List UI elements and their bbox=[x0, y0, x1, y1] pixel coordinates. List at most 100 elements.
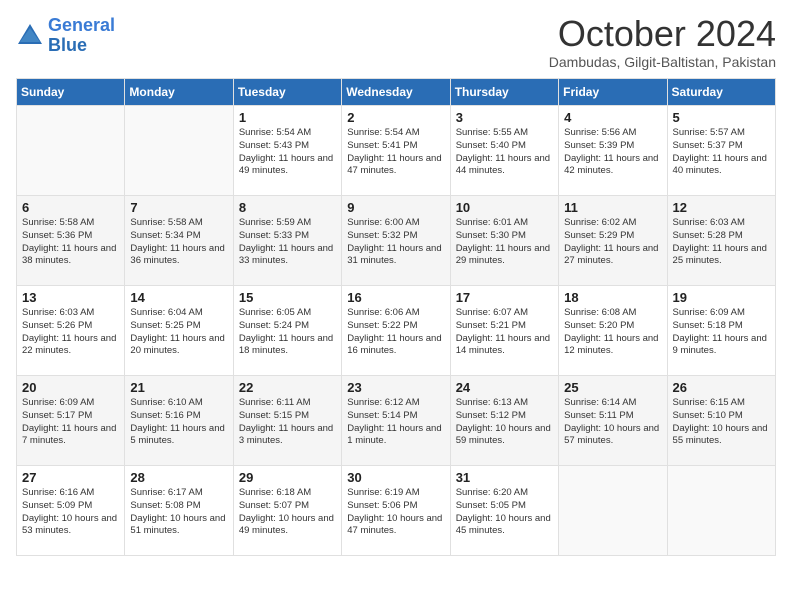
day-number: 21 bbox=[130, 380, 227, 395]
calendar-cell: 11Sunrise: 6:02 AM Sunset: 5:29 PM Dayli… bbox=[559, 196, 667, 286]
cell-info: Sunrise: 6:09 AM Sunset: 5:17 PM Dayligh… bbox=[22, 397, 119, 448]
cell-info: Sunrise: 6:18 AM Sunset: 5:07 PM Dayligh… bbox=[239, 487, 336, 538]
day-number: 18 bbox=[564, 290, 661, 305]
logo-icon bbox=[16, 22, 44, 50]
calendar-cell bbox=[125, 106, 233, 196]
day-number: 25 bbox=[564, 380, 661, 395]
location-title: Dambudas, Gilgit-Baltistan, Pakistan bbox=[549, 54, 776, 70]
day-number: 3 bbox=[456, 110, 553, 125]
calendar-cell: 28 Sunrise: 6:17 AM Sunset: 5:08 PM Dayli… bbox=[125, 466, 233, 556]
day-number: 5 bbox=[673, 110, 770, 125]
cell-info: Sunrise: 6:00 AM Sunset: 5:32 PM Dayligh… bbox=[347, 217, 444, 268]
calendar-cell: 31Sunrise: 6:20 AM Sunset: 5:05 PM Dayli… bbox=[450, 466, 558, 556]
cell-info: Sunrise: 6:06 AM Sunset: 5:22 PM Dayligh… bbox=[347, 307, 444, 358]
calendar-cell: 4Sunrise: 5:56 AM Sunset: 5:39 PM Daylig… bbox=[559, 106, 667, 196]
cell-info: Sunrise: 6:10 AM Sunset: 5:16 PM Dayligh… bbox=[130, 397, 227, 448]
column-header-sunday: Sunday bbox=[17, 79, 125, 106]
calendar-cell: 10 Sunrise: 6:01 AM Sunset: 5:30 PM Dayli… bbox=[450, 196, 558, 286]
logo-text: General Blue bbox=[48, 16, 115, 56]
calendar-cell: 29 Sunrise: 6:18 AM Sunset: 5:07 PM Dayli… bbox=[233, 466, 341, 556]
calendar-cell: 12 Sunrise: 6:03 AM Sunset: 5:28 PM Dayli… bbox=[667, 196, 775, 286]
cell-info: Sunrise: 6:02 AM Sunset: 5:29 PM Dayligh… bbox=[564, 217, 661, 268]
cell-info: Sunrise: 5:58 AM Sunset: 5:34 PM Dayligh… bbox=[130, 217, 227, 268]
calendar-week-row: 13Sunrise: 6:03 AM Sunset: 5:26 PM Dayli… bbox=[17, 286, 776, 376]
day-number: 17 bbox=[456, 290, 553, 305]
calendar-cell: 15 Sunrise: 6:05 AM Sunset: 5:24 PM Dayli… bbox=[233, 286, 341, 376]
calendar-cell: 6 Sunrise: 5:58 AM Sunset: 5:36 PM Daylig… bbox=[17, 196, 125, 286]
day-number: 8 bbox=[239, 200, 336, 215]
logo-blue: Blue bbox=[48, 35, 87, 55]
title-block: October 2024 Dambudas, Gilgit-Baltistan,… bbox=[549, 16, 776, 70]
calendar-cell: 17 Sunrise: 6:07 AM Sunset: 5:21 PM Dayli… bbox=[450, 286, 558, 376]
cell-info: Sunrise: 6:08 AM Sunset: 5:20 PM Dayligh… bbox=[564, 307, 661, 358]
cell-info: Sunrise: 5:56 AM Sunset: 5:39 PM Dayligh… bbox=[564, 127, 661, 178]
day-number: 7 bbox=[130, 200, 227, 215]
calendar-table: SundayMondayTuesdayWednesdayThursdayFrid… bbox=[16, 78, 776, 556]
calendar-cell: 18 Sunrise: 6:08 AM Sunset: 5:20 PM Dayli… bbox=[559, 286, 667, 376]
day-number: 27 bbox=[22, 470, 119, 485]
cell-info: Sunrise: 6:19 AM Sunset: 5:06 PM Dayligh… bbox=[347, 487, 444, 538]
day-number: 20 bbox=[22, 380, 119, 395]
header: General Blue October 2024 Dambudas, Gilg… bbox=[16, 16, 776, 70]
day-number: 30 bbox=[347, 470, 444, 485]
calendar-week-row: 27Sunrise: 6:16 AM Sunset: 5:09 PM Dayli… bbox=[17, 466, 776, 556]
calendar-week-row: 1 Sunrise: 5:54 AM Sunset: 5:43 PM Daylig… bbox=[17, 106, 776, 196]
cell-info: Sunrise: 6:04 AM Sunset: 5:25 PM Dayligh… bbox=[130, 307, 227, 358]
calendar-cell: 30 Sunrise: 6:19 AM Sunset: 5:06 PM Dayli… bbox=[342, 466, 450, 556]
day-number: 23 bbox=[347, 380, 444, 395]
day-number: 19 bbox=[673, 290, 770, 305]
calendar-cell: 22 Sunrise: 6:11 AM Sunset: 5:15 PM Dayli… bbox=[233, 376, 341, 466]
cell-info: Sunrise: 6:05 AM Sunset: 5:24 PM Dayligh… bbox=[239, 307, 336, 358]
cell-info: Sunrise: 6:03 AM Sunset: 5:28 PM Dayligh… bbox=[673, 217, 770, 268]
calendar-cell: 1 Sunrise: 5:54 AM Sunset: 5:43 PM Daylig… bbox=[233, 106, 341, 196]
cell-info: Sunrise: 5:57 AM Sunset: 5:37 PM Dayligh… bbox=[673, 127, 770, 178]
logo: General Blue bbox=[16, 16, 115, 56]
cell-info: Sunrise: 6:12 AM Sunset: 5:14 PM Dayligh… bbox=[347, 397, 444, 448]
day-number: 16 bbox=[347, 290, 444, 305]
day-number: 24 bbox=[456, 380, 553, 395]
column-header-friday: Friday bbox=[559, 79, 667, 106]
logo-general: General bbox=[48, 15, 115, 35]
day-number: 12 bbox=[673, 200, 770, 215]
day-number: 6 bbox=[22, 200, 119, 215]
calendar-cell: 7 Sunrise: 5:58 AM Sunset: 5:34 PM Daylig… bbox=[125, 196, 233, 286]
calendar-header: SundayMondayTuesdayWednesdayThursdayFrid… bbox=[17, 79, 776, 106]
calendar-cell: 19Sunrise: 6:09 AM Sunset: 5:18 PM Dayli… bbox=[667, 286, 775, 376]
calendar-cell bbox=[559, 466, 667, 556]
cell-info: Sunrise: 6:01 AM Sunset: 5:30 PM Dayligh… bbox=[456, 217, 553, 268]
day-number: 29 bbox=[239, 470, 336, 485]
column-header-saturday: Saturday bbox=[667, 79, 775, 106]
cell-info: Sunrise: 5:55 AM Sunset: 5:40 PM Dayligh… bbox=[456, 127, 553, 178]
calendar-cell: 9 Sunrise: 6:00 AM Sunset: 5:32 PM Daylig… bbox=[342, 196, 450, 286]
calendar-cell bbox=[17, 106, 125, 196]
column-header-thursday: Thursday bbox=[450, 79, 558, 106]
day-number: 22 bbox=[239, 380, 336, 395]
calendar-cell: 21 Sunrise: 6:10 AM Sunset: 5:16 PM Dayli… bbox=[125, 376, 233, 466]
calendar-week-row: 6 Sunrise: 5:58 AM Sunset: 5:36 PM Daylig… bbox=[17, 196, 776, 286]
cell-info: Sunrise: 6:03 AM Sunset: 5:26 PM Dayligh… bbox=[22, 307, 119, 358]
column-header-tuesday: Tuesday bbox=[233, 79, 341, 106]
calendar-week-row: 20 Sunrise: 6:09 AM Sunset: 5:17 PM Dayli… bbox=[17, 376, 776, 466]
calendar-cell: 14 Sunrise: 6:04 AM Sunset: 5:25 PM Dayli… bbox=[125, 286, 233, 376]
calendar-cell: 2 Sunrise: 5:54 AM Sunset: 5:41 PM Daylig… bbox=[342, 106, 450, 196]
calendar-cell: 24Sunrise: 6:13 AM Sunset: 5:12 PM Dayli… bbox=[450, 376, 558, 466]
cell-info: Sunrise: 6:07 AM Sunset: 5:21 PM Dayligh… bbox=[456, 307, 553, 358]
day-number: 2 bbox=[347, 110, 444, 125]
cell-info: Sunrise: 5:54 AM Sunset: 5:43 PM Dayligh… bbox=[239, 127, 336, 178]
cell-info: Sunrise: 6:17 AM Sunset: 5:08 PM Dayligh… bbox=[130, 487, 227, 538]
calendar-cell: 5 Sunrise: 5:57 AM Sunset: 5:37 PM Daylig… bbox=[667, 106, 775, 196]
day-number: 28 bbox=[130, 470, 227, 485]
day-number: 9 bbox=[347, 200, 444, 215]
calendar-cell: 16 Sunrise: 6:06 AM Sunset: 5:22 PM Dayli… bbox=[342, 286, 450, 376]
day-number: 15 bbox=[239, 290, 336, 305]
cell-info: Sunrise: 6:11 AM Sunset: 5:15 PM Dayligh… bbox=[239, 397, 336, 448]
day-number: 1 bbox=[239, 110, 336, 125]
cell-info: Sunrise: 5:54 AM Sunset: 5:41 PM Dayligh… bbox=[347, 127, 444, 178]
calendar-cell: 23 Sunrise: 6:12 AM Sunset: 5:14 PM Dayli… bbox=[342, 376, 450, 466]
day-number: 10 bbox=[456, 200, 553, 215]
cell-info: Sunrise: 5:58 AM Sunset: 5:36 PM Dayligh… bbox=[22, 217, 119, 268]
calendar-cell: 8Sunrise: 5:59 AM Sunset: 5:33 PM Daylig… bbox=[233, 196, 341, 286]
calendar-cell: 25Sunrise: 6:14 AM Sunset: 5:11 PM Dayli… bbox=[559, 376, 667, 466]
day-number: 14 bbox=[130, 290, 227, 305]
column-header-monday: Monday bbox=[125, 79, 233, 106]
